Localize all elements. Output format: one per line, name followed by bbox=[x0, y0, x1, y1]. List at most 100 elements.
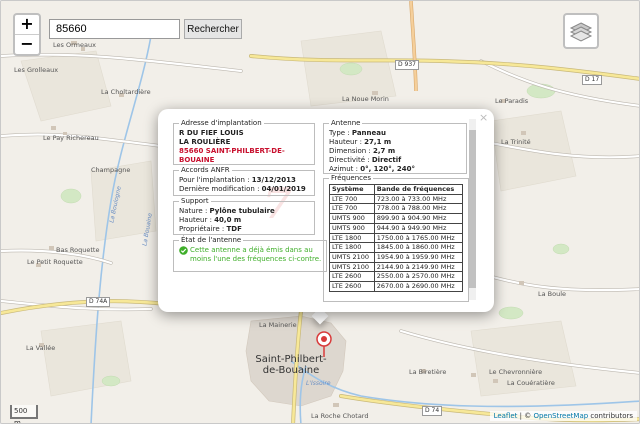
frequences-legend: Fréquences bbox=[331, 174, 371, 182]
table-row: LTE 700 778.00 à 788.00 MHz bbox=[329, 203, 464, 215]
address-legend: Adresse d'implantation bbox=[181, 119, 262, 127]
bande-cell: 778.00 à 788.00 MHz bbox=[373, 203, 464, 215]
etat-fieldset: État de l'antenne Cette antenne a déjà é… bbox=[173, 236, 328, 272]
type-value: Panneau bbox=[351, 129, 386, 137]
place-label: La Trinité bbox=[501, 138, 531, 146]
table-row: LTE 2600 2670.00 à 2690.00 MHz bbox=[329, 281, 464, 292]
place-label: La Mainerie bbox=[259, 321, 297, 329]
systeme-cell: LTE 2600 bbox=[329, 271, 375, 283]
place-label: La Choltardière bbox=[101, 88, 151, 96]
antenne-fieldset: Antenne Type : Panneau Hauteur : 27,1 m … bbox=[323, 119, 467, 174]
town-label: Saint-Philbert-de-Bouaine bbox=[255, 354, 327, 376]
bande-cell: 1845.00 à 1860.00 MHz bbox=[373, 242, 464, 253]
map-frame: Les Ormeaux Les Grolleaux La Choltardièr… bbox=[0, 0, 640, 424]
support-hauteur-value: 40,0 m bbox=[214, 216, 242, 224]
frequences-fieldset: Fréquences Système Bande de fréquences L… bbox=[323, 174, 469, 302]
table-row: LTE 1800 1845.00 à 1860.00 MHz bbox=[329, 242, 464, 253]
etat-line1: Cette antenne a déjà émis dans au bbox=[190, 246, 313, 254]
place-label: Les Grolleaux bbox=[14, 66, 59, 74]
support-fieldset: Support Nature : Pylône tubulaire Hauteu… bbox=[173, 197, 315, 235]
dimension-label: Dimension : bbox=[329, 147, 374, 155]
systeme-cell: LTE 700 bbox=[329, 193, 375, 205]
bande-cell: 899.90 à 904.90 MHz bbox=[373, 213, 464, 224]
layers-icon bbox=[569, 22, 593, 42]
road-label: D 74 bbox=[422, 406, 443, 416]
osm-link[interactable]: OpenStreetMap bbox=[533, 412, 588, 420]
systeme-cell: LTE 1800 bbox=[329, 232, 375, 244]
place-label: La Biretière bbox=[409, 368, 447, 376]
bande-cell: 2550.00 à 2570.00 MHz bbox=[373, 271, 464, 283]
azimut-label: Azimut : bbox=[329, 165, 361, 173]
place-label: La Noue Morin bbox=[342, 95, 389, 103]
table-row: LTE 1800 1750.00 à 1765.00 MHz bbox=[329, 232, 464, 244]
accords-legend: Accords ANFR bbox=[181, 166, 230, 174]
systeme-cell: UMTS 900 bbox=[329, 213, 375, 224]
zoom-out-button[interactable]: − bbox=[15, 34, 39, 54]
table-row: LTE 2600 2550.00 à 2570.00 MHz bbox=[329, 271, 464, 283]
implantation-value: 13/12/2013 bbox=[251, 176, 296, 184]
place-label: Le Paradis bbox=[495, 97, 529, 105]
implantation-label: Pour l'implantation : bbox=[179, 176, 252, 184]
systeme-cell: LTE 2600 bbox=[329, 281, 375, 292]
antenne-hauteur-value: 27,1 m bbox=[364, 138, 392, 146]
bande-cell: 1954.90 à 1959.90 MHz bbox=[373, 251, 464, 263]
place-label: La Roche Chotard bbox=[311, 412, 369, 420]
bande-cell: 723.00 à 733.00 MHz bbox=[373, 193, 464, 205]
etat-legend: État de l'antenne bbox=[181, 236, 242, 244]
systeme-cell: UMTS 2100 bbox=[329, 251, 375, 263]
bande-cell: 944.90 à 949.90 MHz bbox=[373, 222, 464, 234]
address-line3: 85660 SAINT-PHILBERT-DE- bbox=[179, 147, 285, 155]
leaflet-link[interactable]: Leaflet bbox=[494, 412, 518, 420]
place-label: Le Chevronnière bbox=[489, 368, 543, 376]
place-label: Champagne bbox=[91, 166, 131, 174]
place-label: Les Ormeaux bbox=[53, 41, 96, 49]
place-label: La Couératière bbox=[507, 379, 555, 387]
address-line1: R DU FIEF LOUIS bbox=[179, 129, 244, 137]
systeme-cell: LTE 1800 bbox=[329, 242, 375, 253]
scale-bar: 500 m bbox=[10, 405, 38, 423]
layers-button[interactable] bbox=[563, 13, 599, 49]
azimut-value: 0°, 120°, 240° bbox=[360, 165, 416, 173]
col-header-systeme: Système bbox=[329, 184, 375, 195]
table-row: UMTS 2100 2144.90 à 2149.90 MHz bbox=[329, 261, 464, 273]
directivite-value: Directif bbox=[371, 156, 402, 164]
zoom-in-button[interactable]: + bbox=[15, 15, 39, 34]
support-hauteur-label: Hauteur : bbox=[179, 216, 215, 224]
table-row: UMTS 2100 1954.90 à 1959.90 MHz bbox=[329, 251, 464, 263]
search-input[interactable] bbox=[49, 19, 180, 39]
road-label: D 74A bbox=[86, 297, 111, 307]
road-label: D 937 bbox=[395, 60, 419, 70]
table-row: UMTS 900 944.90 à 949.90 MHz bbox=[329, 222, 464, 234]
bande-cell: 1750.00 à 1765.00 MHz bbox=[373, 232, 464, 244]
etat-line2: moins l'une des fréquences ci-contre. bbox=[190, 255, 322, 263]
systeme-cell: UMTS 900 bbox=[329, 222, 375, 234]
type-label: Type : bbox=[329, 129, 352, 137]
address-line2: LA ROULIÈRE bbox=[179, 138, 231, 146]
frequences-table: Système Bande de fréquences LTE 700 723.0… bbox=[329, 184, 464, 292]
directivite-label: Directivité : bbox=[329, 156, 372, 164]
place-label: Le Petit Roquette bbox=[27, 258, 83, 266]
modification-value: 04/01/2019 bbox=[261, 185, 306, 193]
attribution: Leaflet | © OpenStreetMap contributors bbox=[489, 411, 637, 421]
place-label: La Vallée bbox=[26, 344, 56, 352]
systeme-cell: LTE 700 bbox=[329, 203, 375, 215]
search-button[interactable]: Rechercher bbox=[184, 19, 242, 39]
support-legend: Support bbox=[181, 197, 209, 205]
systeme-cell: UMTS 2100 bbox=[329, 261, 375, 273]
place-label: Bas Roquette bbox=[56, 246, 100, 254]
antenne-legend: Antenne bbox=[331, 119, 361, 127]
bande-cell: 2670.00 à 2690.00 MHz bbox=[373, 281, 464, 292]
popup-close-button[interactable]: × bbox=[479, 111, 488, 124]
place-label: La Boule bbox=[538, 290, 567, 298]
bande-cell: 2144.90 à 2149.90 MHz bbox=[373, 261, 464, 273]
place-label: Le Pay Richereau bbox=[43, 134, 99, 142]
address-fieldset: Adresse d'implantation R DU FIEF LOUIS L… bbox=[173, 119, 315, 165]
address-line4: BOUAINE bbox=[179, 156, 215, 164]
river-label: L'Issoire bbox=[306, 380, 331, 387]
search-bar: Rechercher bbox=[49, 19, 242, 39]
dimension-value: 2,7 m bbox=[373, 147, 396, 155]
table-row: LTE 700 723.00 à 733.00 MHz bbox=[329, 193, 464, 205]
table-row: UMTS 900 899.90 à 904.90 MHz bbox=[329, 213, 464, 224]
popup-scrollbar-thumb[interactable] bbox=[469, 130, 476, 288]
proprietaire-label: Propriétaire : bbox=[179, 225, 227, 233]
